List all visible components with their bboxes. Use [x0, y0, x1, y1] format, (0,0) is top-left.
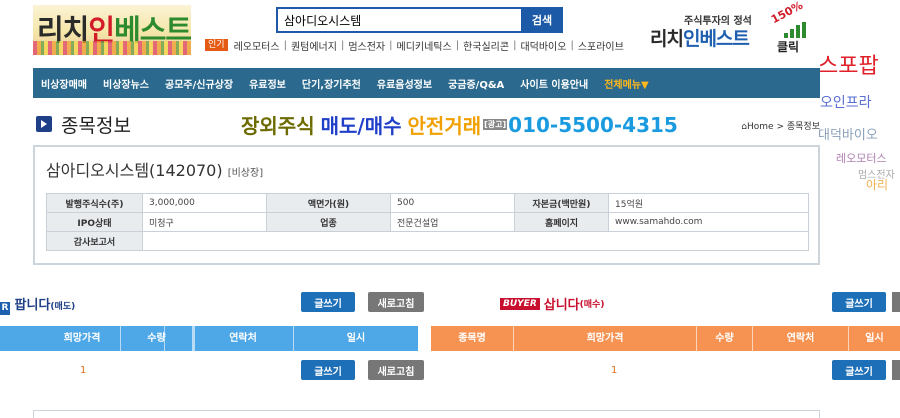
popular-keywords: 인기 레오모터스 | 퀀텀에너지 | 멈스전자 | 메디키네틱스 | 한국실리콘 | 대덕…: [205, 38, 624, 53]
info-value: 500: [390, 193, 515, 213]
breadcrumb: ⌂Home > 종목정보: [741, 122, 820, 132]
popular-keyword[interactable]: 스포라이브: [578, 38, 624, 53]
page-title: 종목정보: [61, 115, 131, 137]
logo-flower-decor: [33, 41, 191, 55]
cloud-word[interactable]: 아리: [866, 176, 888, 193]
sell-write-button[interactable]: 글쓰기: [301, 292, 355, 312]
info-label: 감사보고서: [46, 231, 143, 251]
popular-keyword[interactable]: 멈스전자: [348, 38, 385, 53]
content-box: [33, 410, 820, 418]
homepage-link[interactable]: www.samahdo.com: [608, 212, 809, 232]
stock-info-box: 삼아디오시스템(142070) [비상장] 발행주식수(주) 3,000,000…: [33, 145, 820, 265]
sell-refresh-button-bottom[interactable]: 새로고침: [368, 360, 424, 380]
column-header: 연락처: [193, 326, 294, 351]
banner-brand: 리치인베스트: [650, 28, 750, 50]
info-value: 미청구: [142, 212, 267, 232]
column-header: 일시: [865, 333, 884, 344]
buy-write-button-bottom[interactable]: 글쓰기: [832, 360, 886, 380]
nav-item[interactable]: 궁금증/Q&A: [440, 76, 512, 91]
breadcrumb-home[interactable]: Home: [747, 122, 774, 132]
nav-item[interactable]: 유료음성정보: [369, 76, 440, 91]
nav-item[interactable]: 단기,장기추천: [294, 76, 369, 91]
sell-page-number[interactable]: 1: [80, 365, 86, 376]
cloud-word[interactable]: 오인프라: [820, 92, 872, 112]
info-value: 15억원: [608, 193, 809, 213]
stock-category: [비상장]: [227, 168, 264, 179]
buy-write-button[interactable]: 글쓰기: [832, 292, 886, 312]
info-label: IPO상태: [46, 212, 143, 232]
buy-table-header: 종목명 희망가격 수량 연락처 일시: [431, 326, 900, 351]
info-label: 자본금(백만원): [514, 193, 609, 213]
popular-keyword[interactable]: 퀀텀에너지: [291, 38, 337, 53]
sell-write-button-bottom[interactable]: 글쓰기: [301, 360, 355, 380]
column-header: 일시: [346, 333, 366, 344]
popular-badge: 인기: [205, 39, 228, 51]
search-bar: 검색: [276, 7, 563, 33]
title-row: 종목정보 장외주식 매도/매수 안전거래 [광고] 010-5500-4315 …: [33, 110, 820, 140]
nav-item[interactable]: 사이트 이용안내: [512, 76, 596, 91]
stock-info-table: 발행주식수(주) 3,000,000 액면가(원) 500 자본금(백만원) 1…: [46, 193, 809, 251]
banner-ad[interactable]: 주식투자의 정석 리치인베스트 150% 클릭: [650, 0, 815, 56]
info-value: [142, 231, 809, 251]
chart-bars-icon: [784, 22, 810, 38]
nav-item[interactable]: 비상장뉴스: [95, 76, 157, 91]
column-header: 연락처: [753, 326, 849, 351]
buy-page-number[interactable]: 1: [611, 365, 617, 376]
column-header: 수량: [697, 326, 753, 351]
popular-keyword[interactable]: 한국실리콘: [463, 38, 509, 53]
main-nav: 비상장매매 비상장뉴스 공모주/신규상장 유료정보 단기,장기추천 유료음성정보…: [33, 68, 820, 98]
info-label: 홈페이지: [514, 212, 609, 232]
info-value: 전문건설업: [390, 212, 515, 232]
buy-heading: BUYER 삽니다 (매수): [500, 294, 604, 313]
popular-keyword[interactable]: 메디키네틱스: [397, 38, 452, 53]
popular-keyword[interactable]: 대덕바이오: [520, 38, 566, 53]
column-header: 희망가격: [514, 326, 697, 351]
sell-refresh-button[interactable]: 새로고침: [368, 292, 424, 312]
promo-phone: 010-5500-4315: [508, 112, 678, 137]
info-value: 3,000,000: [142, 193, 267, 213]
table-row: 감사보고서: [46, 231, 809, 251]
info-label: 발행주식수(주): [46, 193, 143, 213]
seller-icon: R: [0, 302, 10, 315]
cloud-word[interactable]: 대덕바이오: [818, 124, 878, 143]
nav-item[interactable]: 유료정보: [241, 76, 294, 91]
sell-table-header-cols: 수량 연락처 일시: [0, 326, 418, 351]
search-button[interactable]: 검색: [521, 7, 563, 33]
table-row: 발행주식수(주) 3,000,000 액면가(원) 500 자본금(백만원) 1…: [46, 193, 809, 213]
site-logo[interactable]: 리치인베스트: [33, 5, 191, 55]
buy-refresh-button-bottom-partial[interactable]: [892, 360, 900, 380]
nav-item[interactable]: 공모주/신규상장: [157, 76, 241, 91]
column-header: 종목명: [431, 326, 514, 351]
cloud-word[interactable]: 스포팝: [818, 48, 879, 80]
stock-name: 삼아디오시스템(142070) [비상장]: [46, 161, 264, 180]
promo-banner[interactable]: 장외주식 매도/매수 안전거래 [광고] 010-5500-4315: [241, 110, 678, 139]
breadcrumb-current: 종목정보: [786, 122, 820, 132]
popular-keyword[interactable]: 레오모터스: [234, 38, 280, 53]
play-icon: [36, 116, 52, 132]
table-row: IPO상태 미청구 업종 전문건설업 홈페이지 www.samahdo.com: [46, 212, 809, 232]
sell-heading: R 팝니다(매도): [0, 298, 76, 315]
buyer-badge: BUYER: [500, 297, 540, 310]
column-header: 수량: [121, 326, 193, 351]
nav-all-menu[interactable]: 전체메뉴▼: [596, 76, 657, 91]
cloud-word[interactable]: 레오모터스: [836, 150, 887, 166]
nav-item[interactable]: 비상장매매: [33, 76, 95, 91]
keyword-cloud: 스포팝 오인프라 대덕바이오 레오모터스 멈스전자 아리: [816, 0, 900, 200]
search-input[interactable]: [276, 7, 523, 33]
info-label: 액면가(원): [266, 193, 391, 213]
info-label: 업종: [266, 212, 391, 232]
banner-click: 클릭: [777, 40, 800, 54]
buy-refresh-button-partial[interactable]: [892, 292, 900, 312]
